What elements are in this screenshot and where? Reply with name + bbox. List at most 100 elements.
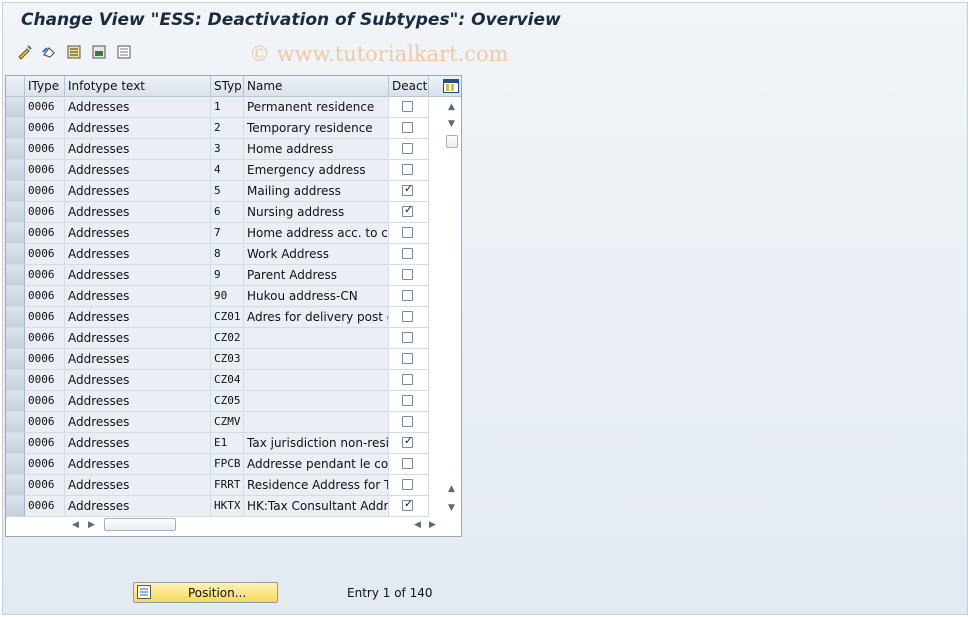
scroll-left-icon[interactable]: ◀ [72,520,79,530]
position-button[interactable]: Position... [133,582,278,603]
table-row[interactable]: 0006 Addresses 9 Parent Address [6,265,429,286]
title-bar: Change View "ESS: Deactivation of Subtyp… [3,3,967,37]
deact-checkbox[interactable] [402,458,413,469]
checkmark-icon: ✓ [404,182,414,195]
table-row[interactable]: 0006 Addresses 90 Hukou address-CN [6,286,429,307]
deact-checkbox[interactable] [402,269,413,280]
deact-checkbox[interactable] [402,143,413,154]
row-selector[interactable] [6,475,25,496]
table-row[interactable]: 0006 Addresses CZ04 [6,370,429,391]
deact-checkbox[interactable]: ✓ [402,497,414,511]
row-selector[interactable] [6,349,25,370]
vertical-scrollbar[interactable]: ▲ ▼ ▲ ▼ [444,97,461,515]
table-row[interactable]: 0006 Addresses 5 Mailing address ✓ [6,181,429,202]
scroll-left-step-icon[interactable]: ◀ [414,520,421,530]
header-deact[interactable]: Deact [389,76,429,97]
row-selector[interactable] [6,244,25,265]
row-selector[interactable] [6,181,25,202]
row-selector[interactable] [6,412,25,433]
cell-itype: 0006 [25,202,65,223]
undo-icon[interactable] [40,43,58,61]
table-row[interactable]: 0006 Addresses CZMV [6,412,429,433]
cell-infotype-text: Addresses [65,97,211,118]
cell-name: Hukou address-CN [244,286,389,307]
cell-infotype-text: Addresses [65,496,211,517]
table-row[interactable]: 0006 Addresses CZ01 Adres for delivery post… [6,307,429,328]
table-row[interactable]: 0006 Addresses 4 Emergency address [6,160,429,181]
horizontal-scrollbar[interactable]: ◀ ▶ ◀ ▶ [66,516,444,534]
row-selector[interactable] [6,139,25,160]
scroll-thumb[interactable] [446,135,458,148]
deact-checkbox[interactable] [402,353,413,364]
table-row[interactable]: 0006 Addresses CZ02 [6,328,429,349]
scroll-down-icon[interactable]: ▼ [448,503,455,513]
scroll-up-page-icon[interactable]: ▲ [448,484,455,494]
deselect-all-icon[interactable] [115,43,133,61]
select-all-header[interactable] [6,76,25,97]
header-infotype-text[interactable]: Infotype text [65,76,211,97]
row-selector[interactable] [6,160,25,181]
table-row[interactable]: 0006 Addresses 8 Work Address [6,244,429,265]
row-selector[interactable] [6,454,25,475]
table-row[interactable]: 0006AddressesHKTXHK:Tax Consultant Addre… [6,496,429,517]
table-row[interactable]: 0006AddressesFRRTResidence Address for T… [6,475,429,496]
cell-itype: 0006 [25,286,65,307]
table-row[interactable]: 0006AddressesFPCBAddresse pendant le con… [6,454,429,475]
row-selector[interactable] [6,496,25,517]
deact-checkbox[interactable] [402,248,413,259]
deact-checkbox[interactable] [402,122,413,133]
row-selector[interactable] [6,370,25,391]
row-selector[interactable] [6,307,25,328]
table-row[interactable]: 0006Addresses7Home address acc. to co... [6,223,429,244]
cell-itype: 0006 [25,139,65,160]
row-selector[interactable] [6,391,25,412]
table-row[interactable]: 0006 Addresses E1 Tax jurisdiction non-resi… [6,433,429,454]
deact-checkbox[interactable] [402,479,413,490]
row-selector[interactable] [6,265,25,286]
select-block-icon[interactable] [90,43,108,61]
scroll-up-icon[interactable]: ▲ [448,102,455,112]
scroll-right-icon[interactable]: ▶ [429,520,436,530]
row-selector[interactable] [6,223,25,244]
cell-deact [389,97,429,118]
header-styp[interactable]: STyp [211,76,244,97]
row-selector[interactable] [6,286,25,307]
row-selector[interactable] [6,202,25,223]
deact-checkbox[interactable] [402,374,413,385]
row-selector[interactable] [6,97,25,118]
deact-checkbox[interactable] [402,290,413,301]
table-row[interactable]: 0006 Addresses 6 Nursing address ✓ [6,202,429,223]
deact-checkbox[interactable] [402,227,413,238]
cell-name: Parent Address [244,265,389,286]
watermark: © www.tutorialkart.com [249,42,509,66]
deact-checkbox[interactable] [402,395,413,406]
deact-checkbox[interactable] [402,332,413,343]
header-name[interactable]: Name [244,76,389,97]
deact-checkbox[interactable]: ✓ [402,435,413,448]
deact-checkbox[interactable]: ✓ [402,182,414,196]
table-row[interactable]: 0006 Addresses 3 Home address [6,139,429,160]
table-row[interactable]: 0006 Addresses CZ05 [6,391,429,412]
select-all-icon[interactable] [65,43,83,61]
scroll-right-step-icon[interactable]: ▶ [88,520,95,530]
row-selector[interactable] [6,328,25,349]
deact-checkbox[interactable] [402,416,413,427]
deact-checkbox[interactable] [402,101,413,112]
table-row[interactable]: 0006 Addresses CZ03 [6,349,429,370]
row-selector[interactable] [6,118,25,139]
edit-toggle-icon[interactable] [16,43,34,61]
checkmark-icon: ✓ [404,497,414,510]
table-row[interactable]: 0006 Addresses 2 Temporary residence [6,118,429,139]
column-settings-icon[interactable] [429,76,461,97]
cell-styp: 4 [211,160,244,181]
deact-checkbox[interactable] [402,311,413,322]
deact-checkbox[interactable]: ✓ [402,204,413,217]
cell-itype: 0006 [25,307,65,328]
deact-checkbox[interactable] [402,164,413,175]
table-row[interactable]: 0006 Addresses 1 Permanent residence [6,97,429,118]
hscroll-thumb[interactable] [104,518,176,531]
scroll-down-page-icon[interactable]: ▼ [448,119,455,129]
row-selector[interactable] [6,433,25,454]
header-itype[interactable]: IType [25,76,65,97]
cell-name: Home address acc. to co... [244,223,389,244]
